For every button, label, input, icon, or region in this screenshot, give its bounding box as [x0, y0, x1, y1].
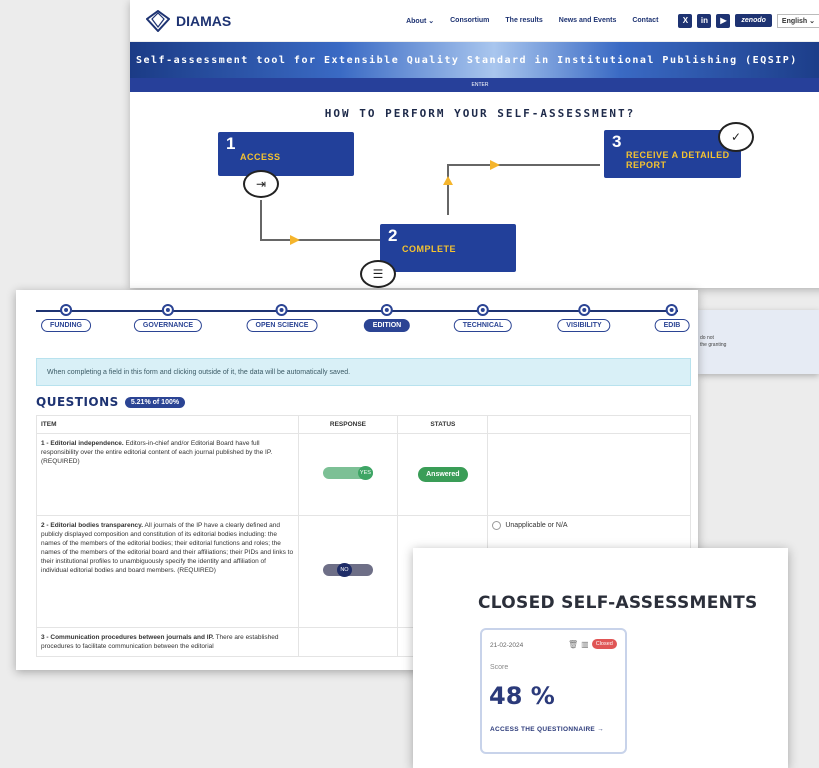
- col-status: STATUS: [397, 415, 489, 434]
- questions-header: QUESTIONS 5.21% of 100%: [36, 395, 186, 409]
- autosave-alert: When completing a field in this form and…: [36, 358, 691, 386]
- stage-dot: [380, 304, 393, 316]
- nav-results[interactable]: The results: [505, 17, 542, 24]
- question-title: 2 - Editorial bodies transparency.: [41, 522, 144, 529]
- question-title: 3 - Communication procedures between jou…: [41, 634, 214, 641]
- nav-about[interactable]: About ⌄: [406, 17, 434, 25]
- question-title: 1 - Editorial independence.: [41, 440, 124, 447]
- stage-dot: [476, 304, 489, 316]
- stage-label: TECHNICAL: [453, 319, 513, 332]
- trash-icon[interactable]: 🗑: [568, 640, 578, 649]
- assessment-card[interactable]: 21-02-2024 🗑 ▥ Closed Score 48 % ACCESS …: [480, 628, 627, 754]
- question-text: 3 - Communication procedures between jou…: [36, 627, 299, 657]
- access-questionnaire-link[interactable]: ACCESS THE QUESTIONNAIRE →: [490, 726, 604, 733]
- radio-label: Unapplicable or N/A: [505, 522, 568, 529]
- stage-governance[interactable]: GOVERNANCE: [133, 304, 203, 332]
- hero-banner: Self-assessment tool for Extensible Qual…: [130, 42, 819, 78]
- stage-dot: [665, 304, 678, 316]
- response-cell: NO: [297, 515, 399, 628]
- nav-contact[interactable]: Contact: [632, 17, 658, 24]
- info-text-1: do not: [700, 335, 714, 341]
- top-nav: DIAMAS About ⌄ Consortium The results Ne…: [130, 0, 819, 42]
- stage-edition[interactable]: EDITION: [363, 304, 411, 332]
- logo[interactable]: DIAMAS: [146, 9, 232, 32]
- stage-label: VISIBILITY: [557, 319, 611, 332]
- stage-dot: [276, 304, 288, 316]
- stage-label: EDIB: [654, 319, 690, 332]
- table-header: ITEM RESPONSE STATUS: [36, 415, 691, 434]
- assessment-date: 21-02-2024: [490, 642, 524, 649]
- score-label: Score: [490, 664, 509, 671]
- question-body: All journals of the IP have a clearly de…: [41, 522, 294, 574]
- social-icons: X in ▶ zenodo English ⌄: [678, 13, 819, 28]
- language-select[interactable]: English ⌄: [776, 13, 819, 28]
- question-text: 2 - Editorial bodies transparency. All j…: [36, 515, 299, 628]
- extra-cell: [487, 433, 691, 516]
- toggle-knob: YES: [357, 466, 373, 480]
- response-toggle[interactable]: NO: [322, 563, 373, 577]
- closed-title: CLOSED SELF-ASSESSMENTS: [478, 593, 758, 613]
- stage-visibility[interactable]: VISIBILITY: [557, 304, 611, 332]
- step-label: COMPLETE: [402, 244, 457, 254]
- zenodo-link[interactable]: zenodo: [735, 14, 772, 27]
- na-radio[interactable]: Unapplicable or N/A: [492, 521, 568, 530]
- youtube-icon[interactable]: ▶: [716, 13, 731, 28]
- step-complete: 2 COMPLETE: [380, 224, 516, 272]
- step-label: ACCESS: [240, 152, 281, 162]
- closed-assessments-screenshot: CLOSED SELF-ASSESSMENTS 21-02-2024 🗑 ▥ C…: [413, 548, 788, 768]
- status-badge: Answered: [418, 467, 468, 482]
- stage-dot: [578, 304, 590, 316]
- step-number: 3: [612, 132, 622, 151]
- form-icon: ☰: [360, 260, 396, 288]
- response-toggle[interactable]: YES: [322, 466, 373, 480]
- col-item: ITEM: [36, 415, 299, 434]
- login-icon: ⇥: [243, 170, 279, 198]
- chart-icon[interactable]: ▥: [581, 640, 589, 649]
- banner-title: Self-assessment tool for Extensible Qual…: [136, 54, 798, 66]
- toggle-knob: NO: [336, 563, 352, 577]
- card-actions: 🗑 ▥ Closed: [568, 639, 617, 649]
- radio-circle: [492, 521, 502, 530]
- enter-label: ENTER: [471, 82, 489, 88]
- response-cell: [297, 627, 399, 657]
- progress-badge: 5.21% of 100%: [124, 396, 186, 408]
- nav-consortium[interactable]: Consortium: [450, 17, 489, 24]
- website-screenshot: DIAMAS About ⌄ Consortium The results Ne…: [130, 0, 819, 288]
- status-cell: Answered: [397, 433, 489, 516]
- step-access: 1 ACCESS: [218, 132, 354, 176]
- info-panel: do not the granting: [698, 310, 819, 374]
- stage-dot: [162, 304, 174, 316]
- steps-diagram: 1 ACCESS ⇥ 2 COMPLETE ☰ 3 RECEIVE A DETA…: [130, 110, 819, 288]
- questions-title: QUESTIONS: [36, 395, 119, 409]
- stage-funding[interactable]: FUNDING: [41, 304, 91, 332]
- col-extra: [487, 415, 691, 434]
- stage-dot: [59, 304, 72, 316]
- stage-label: GOVERNANCE: [133, 319, 203, 332]
- stage-label: EDITION: [363, 319, 411, 332]
- closed-badge: Closed: [591, 639, 617, 649]
- stage-label: OPEN SCIENCE: [246, 319, 318, 332]
- linkedin-icon[interactable]: in: [697, 13, 712, 28]
- logo-text: DIAMAS: [176, 12, 232, 29]
- response-cell: YES: [297, 433, 399, 516]
- nav-links: About ⌄ Consortium The results News and …: [406, 13, 819, 28]
- score-value: 48 %: [489, 682, 555, 710]
- diamond-logo-icon: [146, 9, 170, 32]
- step-label: RECEIVE A DETAILED REPORT: [626, 150, 730, 170]
- check-icon: ✓: [718, 122, 754, 152]
- table-row: 1 - Editorial independence. Editors-in-c…: [36, 433, 691, 516]
- step-number: 1: [226, 134, 236, 153]
- stage-edib[interactable]: EDIB: [654, 304, 690, 332]
- stage-technical[interactable]: TECHNICAL: [453, 304, 513, 332]
- enter-button[interactable]: ENTER: [130, 78, 819, 92]
- step-number: 2: [388, 226, 398, 245]
- nav-news[interactable]: News and Events: [559, 17, 617, 24]
- question-text: 1 - Editorial independence. Editors-in-c…: [36, 433, 299, 516]
- stage-open-science[interactable]: OPEN SCIENCE: [246, 304, 318, 332]
- col-response: RESPONSE: [297, 415, 399, 434]
- stage-label: FUNDING: [41, 319, 91, 332]
- x-icon[interactable]: X: [678, 13, 693, 28]
- info-text-2: the granting: [700, 342, 727, 348]
